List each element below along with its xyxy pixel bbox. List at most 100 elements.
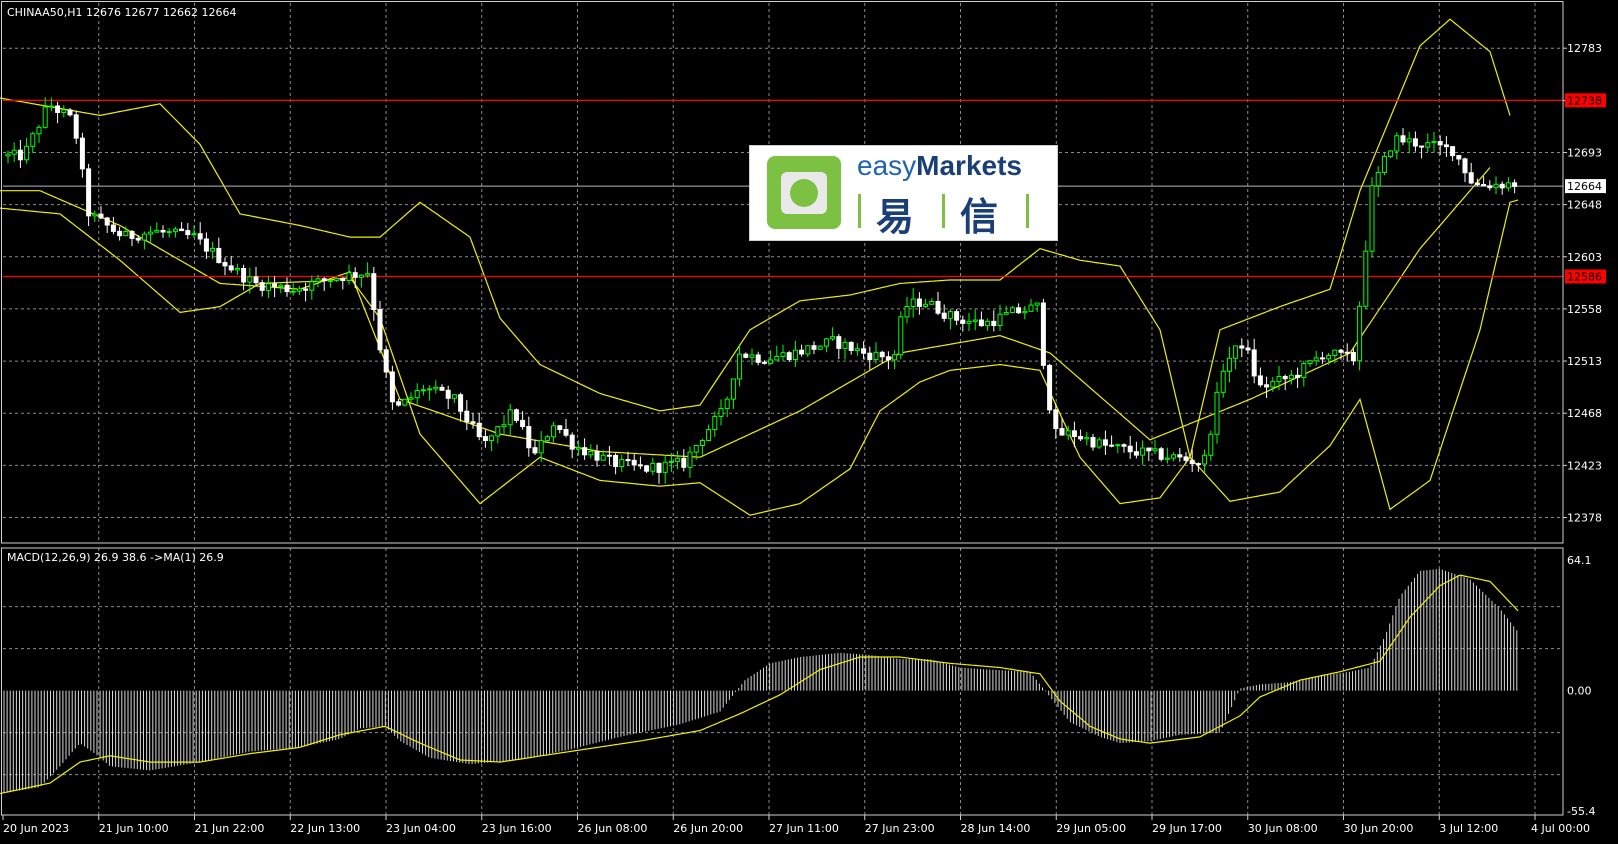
candle-body [960,319,966,324]
candle-body [420,389,426,392]
candle-body [588,450,594,456]
chart-canvas[interactable]: 12783 12738 12693 12648 12603 12558 12513 12468… [0,0,1618,840]
candle-body [507,409,513,426]
candle-body [854,348,860,351]
candle-body [954,311,960,321]
candle-body [42,106,48,128]
candle-body [1183,456,1189,461]
candle-body [737,353,743,380]
candle-body [935,300,941,314]
candle-body [631,459,637,466]
candle-body [234,267,240,271]
candle-body [296,288,302,292]
candle-body [526,426,532,449]
candle-body [613,454,619,467]
candle-body [458,394,464,412]
candle-body [1146,447,1152,452]
time-tick-label: 28 Jun 14:00 [961,822,1031,835]
candle-body [1022,310,1028,314]
candle-body [141,233,147,241]
time-tick-label: 23 Jun 04:00 [386,822,456,835]
candle-body [718,408,724,417]
candle-body [290,290,296,293]
candle-body [1171,454,1177,459]
candle-body [377,309,383,351]
candle-body [1412,138,1418,147]
candle-body [743,353,749,358]
candle-body [1481,184,1487,187]
candle-body [1251,349,1257,377]
candle-body [823,338,829,347]
candle-body [1363,250,1369,307]
time-tick-label: 21 Jun 10:00 [99,822,169,835]
candle-body [898,316,904,356]
candle-body [241,267,247,283]
candle-body [1357,305,1363,362]
candle-body [1233,345,1239,359]
candle-body [966,320,972,324]
candle-body [985,320,991,327]
candle-body [1406,138,1412,143]
candle-body [110,224,116,232]
candle-body [1443,144,1449,148]
candle-body [563,429,569,436]
time-tick-label: 26 Jun 20:00 [673,822,743,835]
candle-body [569,434,575,450]
candle-body [675,457,681,462]
candle-body [451,394,457,399]
candle-body [947,311,953,319]
candle-body [582,447,588,456]
candle-body [1338,349,1344,353]
candle-body [389,371,395,403]
time-tick-label: 27 Jun 11:00 [769,822,839,835]
candle-body [1474,182,1480,186]
candle-body [489,435,495,442]
candle-body [1394,135,1400,152]
candle-body [73,114,79,139]
candle-body [991,320,997,327]
candle-body [842,341,848,349]
level-badge-label: 12738 [1567,94,1602,107]
candle-body [17,149,23,161]
candle-body [1078,436,1084,440]
candle-body [433,386,439,390]
logo-mark-icon [767,156,841,229]
candle-body [48,105,54,108]
candle-body [1307,360,1313,365]
candle-body [222,262,228,267]
price-tick-label: 12378 [1567,512,1602,525]
candle-body [1009,307,1015,314]
candle-body [216,247,222,264]
time-tick-label: 27 Jun 23:00 [865,822,935,835]
candle-body [1276,375,1282,383]
candle-body [197,233,203,240]
price-tick-label: 12513 [1567,355,1602,368]
candle-body [1288,374,1294,380]
candle-body [439,386,445,391]
candle-body [1121,444,1127,447]
candle-body [1152,448,1158,452]
candle-body [154,229,160,233]
candle-body [1456,155,1462,160]
candle-body [278,284,284,288]
candle-body [352,272,358,278]
candle-body [681,457,687,468]
candle-body [383,349,389,373]
time-tick-label: 29 Jun 17:00 [1152,822,1222,835]
candle-body [203,238,209,252]
candle-body [805,345,811,355]
candle-body [650,462,656,472]
candle-body [575,447,581,450]
time-tick-label: 3 Jul 12:00 [1439,822,1498,835]
candle-body [513,409,519,421]
candle-body [24,145,30,161]
candle-body [1419,145,1425,148]
candle-body [1319,357,1325,360]
macd-signal-line [0,574,1519,795]
candle-body [929,300,935,305]
time-tick-label: 4 Jul 00:00 [1531,822,1590,835]
candle-body [799,349,805,355]
candle-body [445,389,451,399]
candle-body [179,228,185,232]
candle-body [315,278,321,283]
